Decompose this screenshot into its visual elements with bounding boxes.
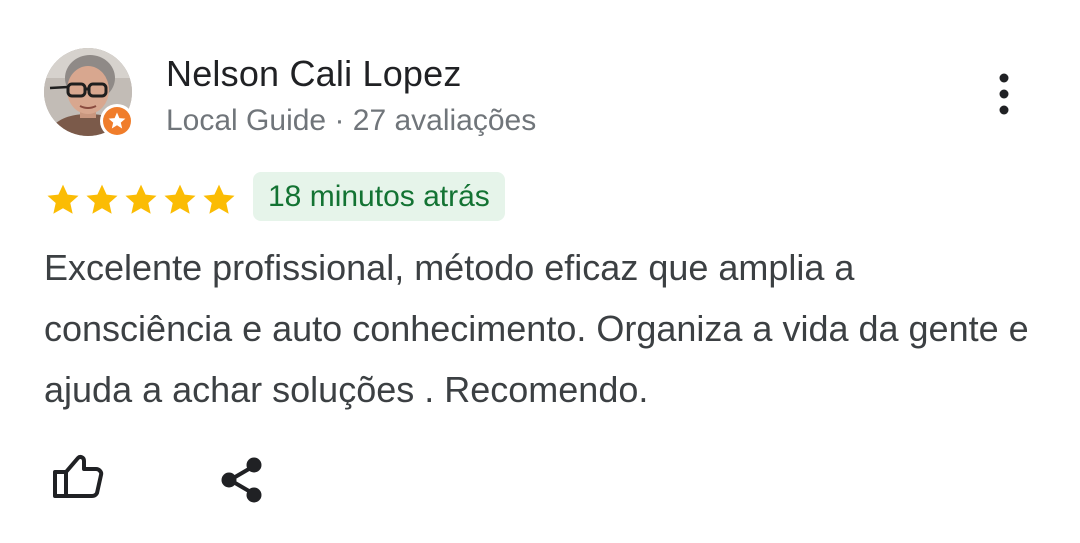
thumb-up-icon	[53, 455, 104, 498]
more-options-button[interactable]	[980, 66, 1028, 122]
more-vert-icon	[999, 73, 1009, 115]
reviewer-name[interactable]: Nelson Cali Lopez	[166, 53, 462, 95]
share-icon	[221, 457, 262, 503]
rating-stars	[44, 181, 238, 219]
star-icon	[125, 184, 157, 214]
star-icon	[203, 184, 235, 214]
reviewer-avatar[interactable]	[44, 48, 134, 138]
like-button[interactable]	[46, 448, 110, 508]
review-text: Excelente profissional, método eficaz qu…	[44, 247, 1029, 410]
star-icon	[47, 184, 79, 214]
star-icon	[164, 184, 196, 214]
reviewer-meta: Local Guide · 27 avaliações	[166, 104, 537, 137]
star-icon	[86, 184, 118, 214]
share-button[interactable]	[214, 448, 272, 508]
time-ago-badge: 18 minutos atrás	[253, 172, 505, 221]
local-guide-badge-icon	[100, 104, 134, 138]
